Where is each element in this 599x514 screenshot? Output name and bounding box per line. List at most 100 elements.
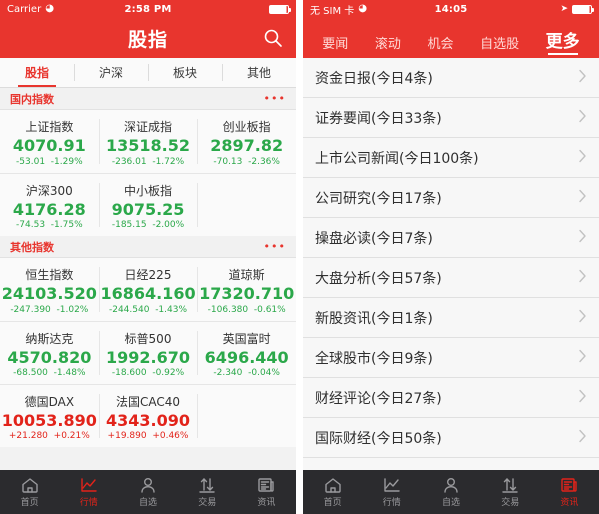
tabbar-item-4[interactable]: 资讯 <box>237 470 296 514</box>
index-change-value: -53.01 <box>16 156 46 167</box>
segment-tab-3[interactable]: 其他 <box>222 58 296 87</box>
news-item-label: 操盘必读(今日7条) <box>315 230 433 247</box>
index-change: -185.15 -2.00% <box>112 220 184 230</box>
chevron-right-icon <box>578 268 587 287</box>
search-icon[interactable] <box>262 27 284 49</box>
tabbar-item-4[interactable]: 资讯 <box>540 470 599 514</box>
index-price: 4176.28 <box>12 199 86 219</box>
index-name: 德国DAX <box>24 394 75 409</box>
index-change-value: -185.15 <box>111 220 147 231</box>
news-list-item[interactable]: 新股资讯(今日1条) <box>303 298 599 338</box>
index-cell[interactable]: 法国CAC40 4343.090 +19.890 +0.46% <box>98 385 198 447</box>
news-item-label: 财经评论(今日27条) <box>315 390 442 407</box>
news-tab-2[interactable]: 机会 <box>427 33 453 55</box>
news-list-item[interactable]: 财经评论(今日27条) <box>303 378 599 418</box>
index-cell[interactable]: 恒生指数 24103.520 -247.390 -1.02% <box>0 258 99 321</box>
index-cell[interactable]: 沪深300 4176.28 -74.53 -1.75% <box>0 174 99 236</box>
news-tab-3[interactable]: 自选股 <box>480 33 519 55</box>
index-cell[interactable]: 上证指数 4070.91 -53.01 -1.29% <box>0 110 99 173</box>
news-tab-label: 自选股 <box>480 37 520 52</box>
index-cell[interactable]: 深证成指 13518.52 -236.01 -1.72% <box>98 110 198 173</box>
segment-tab-label: 其他 <box>246 66 271 80</box>
index-cell[interactable]: 创业板指 2897.82 -70.13 -2.36% <box>197 110 296 173</box>
index-price: 6496.440 <box>204 347 289 367</box>
news-list-item[interactable]: 公司研究(今日17条) <box>303 178 599 218</box>
index-cell-empty <box>197 385 296 447</box>
news-tab-0[interactable]: 要闻 <box>322 33 348 55</box>
battery-icon <box>572 4 594 14</box>
index-name: 英国富时 <box>222 331 271 346</box>
index-cell[interactable]: 标普500 1992.670 -18.600 -0.92% <box>98 322 198 384</box>
index-change-value: +19.890 <box>107 431 147 442</box>
news-list-item[interactable]: 大盘分析(今日57条) <box>303 258 599 298</box>
index-cell[interactable]: 中小板指 9075.25 -185.15 -2.00% <box>98 174 198 236</box>
status-bar: 无 SIM 卡 ◕ 14:05 ➤ <box>303 0 599 18</box>
index-grid: 恒生指数 24103.520 -247.390 -1.02% 日经225 16864.1… <box>0 258 296 447</box>
news-list-item[interactable]: 国际财经(今日50条) <box>303 418 599 458</box>
chevron-right-icon <box>578 188 587 207</box>
news-list-item[interactable]: 操盘必读(今日7条) <box>303 218 599 258</box>
tabbar-item-3[interactable]: 交易 <box>481 470 540 514</box>
segment-tab-2[interactable]: 板块 <box>148 58 222 87</box>
index-change-value: -106.380 <box>207 304 249 315</box>
index-change-percent: -1.72% <box>152 156 185 167</box>
tabbar-item-0[interactable]: 首页 <box>0 470 59 514</box>
index-cell[interactable]: 日经225 16864.160 -244.540 -1.43% <box>98 258 198 321</box>
index-name: 上证指数 <box>25 120 74 135</box>
tabbar-item-3[interactable]: 交易 <box>178 470 237 514</box>
index-change-value: -74.53 <box>16 220 46 231</box>
news-item-label: 上市公司新闻(今日100条) <box>315 150 479 167</box>
index-change-percent: +0.46% <box>152 431 189 442</box>
index-price: 13518.52 <box>106 136 191 156</box>
tabbar-item-0[interactable]: 首页 <box>303 470 362 514</box>
chevron-right-icon <box>578 428 587 447</box>
segment-tab-0[interactable]: 股指 <box>0 58 74 87</box>
news-list-item[interactable]: 上市公司新闻(今日100条) <box>303 138 599 178</box>
index-change-percent: -0.61% <box>253 304 286 315</box>
news-tab-1[interactable]: 滚动 <box>375 33 401 55</box>
tabbar-item-label: 行情 <box>382 498 401 508</box>
section-header-1: 其他指数 ••• <box>0 236 296 258</box>
segment-tab-label: 股指 <box>24 66 49 80</box>
index-price: 17320.710 <box>199 284 295 304</box>
segment-tab-1[interactable]: 沪深 <box>74 58 148 87</box>
more-dots-icon[interactable]: ••• <box>264 241 286 252</box>
tabbar-item-2[interactable]: 自选 <box>421 470 480 514</box>
index-cell[interactable]: 英国富时 6496.440 -2.340 -0.04% <box>197 322 296 384</box>
index-change-value: -236.01 <box>111 156 147 167</box>
index-row: 上证指数 4070.91 -53.01 -1.29% 深证成指 13518.52 -236… <box>0 110 296 173</box>
index-name: 标普500 <box>124 331 172 346</box>
index-row: 恒生指数 24103.520 -247.390 -1.02% 日经225 16864.1… <box>0 258 296 321</box>
dual-screenshot-stage: Carrier ◕ 2:58 PM 股指 股指 沪深 板块 其他 国内指数 ••• 上证指… <box>0 0 599 514</box>
tabbar-item-label: 自选 <box>139 498 158 508</box>
index-change: -247.390 -1.02% <box>10 305 88 315</box>
index-price: 4070.91 <box>12 136 86 156</box>
more-dots-icon[interactable]: ••• <box>264 93 286 104</box>
tabbar-item-2[interactable]: 自选 <box>118 470 177 514</box>
index-change-percent: -2.00% <box>152 220 185 231</box>
tabbar-item-1[interactable]: 行情 <box>59 470 118 514</box>
index-change-value: -244.540 <box>108 304 150 315</box>
tabbar-item-1[interactable]: 行情 <box>362 470 421 514</box>
battery-icon <box>269 4 291 14</box>
index-price: 9075.25 <box>111 199 185 219</box>
index-name: 深证成指 <box>124 120 173 135</box>
news-tab-4[interactable]: 更多 <box>546 27 580 55</box>
news-list-item[interactable]: 资金日报(今日4条) <box>303 58 599 98</box>
index-cell[interactable]: 纳斯达克 4570.820 -68.500 -1.48% <box>0 322 99 384</box>
index-cell[interactable]: 道琼斯 17320.710 -106.380 -0.61% <box>197 258 296 321</box>
index-change-percent: +0.21% <box>53 431 90 442</box>
index-change-percent: -1.75% <box>50 220 83 231</box>
left-phone-screen: Carrier ◕ 2:58 PM 股指 股指 沪深 板块 其他 国内指数 ••• 上证指… <box>0 0 296 514</box>
segment-tab-label: 板块 <box>172 66 197 80</box>
tabbar-item-label: 首页 <box>20 498 39 508</box>
index-price: 4570.820 <box>7 347 92 367</box>
chevron-right-icon <box>578 228 587 247</box>
news-list-item[interactable]: 全球股市(今日9条) <box>303 338 599 378</box>
news-item-label: 大盘分析(今日57条) <box>315 270 442 287</box>
news-list-item[interactable]: 证券要闻(今日33条) <box>303 98 599 138</box>
index-cell[interactable]: 德国DAX 10053.890 +21.280 +0.21% <box>0 385 99 447</box>
index-change-percent: -1.43% <box>155 304 188 315</box>
segmented-tabs: 股指 沪深 板块 其他 <box>0 58 296 88</box>
index-change: -53.01 -1.29% <box>16 157 83 167</box>
